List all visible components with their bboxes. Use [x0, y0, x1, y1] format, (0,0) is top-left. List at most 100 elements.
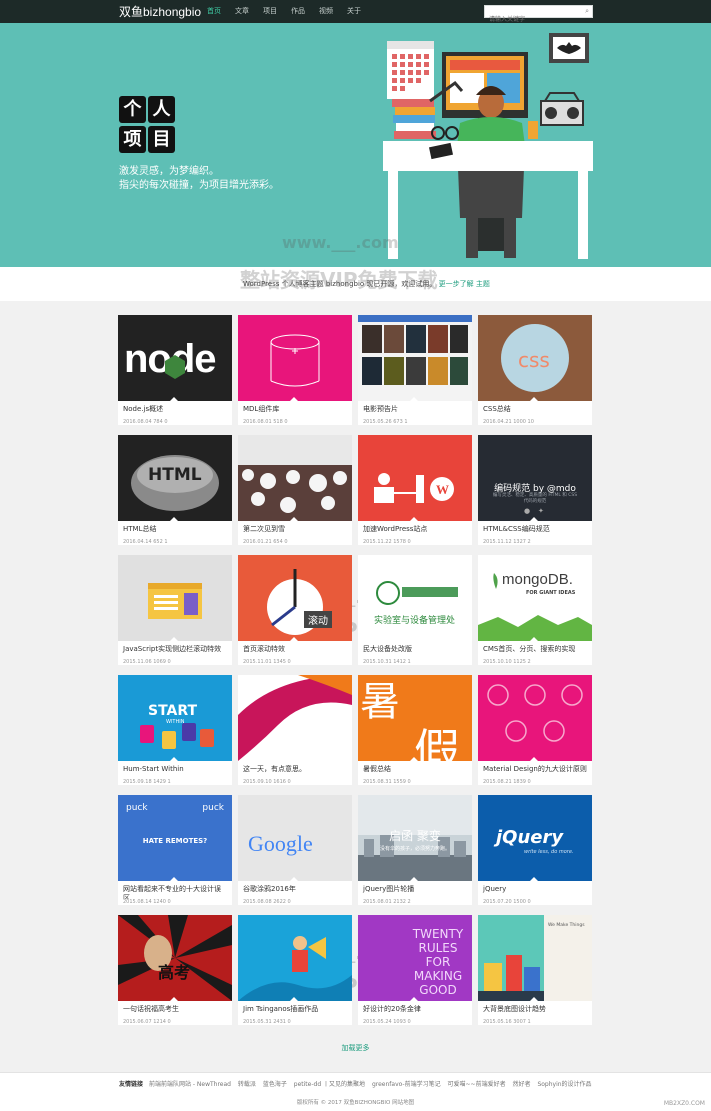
- post-card[interactable]: css CSS总结 2016.04.21 1000 10: [478, 315, 592, 425]
- post-thumbnail[interactable]: [478, 675, 592, 761]
- post-meta: 2015.08.21 1839 0: [483, 779, 531, 785]
- post-thumbnail[interactable]: mongoDB. FOR GIANT IDEAS: [478, 555, 592, 641]
- post-title[interactable]: 首页滚动特效: [238, 641, 352, 659]
- post-card[interactable]: JavaScript实现侧边栏滚动特效 2015.11.06 1069 0: [118, 555, 232, 665]
- post-card[interactable]: 高考 一句话祝福高考生 2015.06.07 1214 0: [118, 915, 232, 1025]
- post-title[interactable]: 大背景底图设计趋势: [478, 1001, 592, 1019]
- post-title[interactable]: HTML&CSS编码规范: [478, 521, 592, 539]
- post-thumbnail[interactable]: [238, 915, 352, 1001]
- nav-works[interactable]: 作品: [291, 0, 305, 23]
- post-title[interactable]: jQuery: [478, 881, 592, 899]
- post-thumbnail[interactable]: HTML: [118, 435, 232, 521]
- post-thumbnail[interactable]: W: [358, 435, 472, 521]
- post-thumbnail[interactable]: css: [478, 315, 592, 401]
- load-more-button[interactable]: 加载更多: [0, 1043, 711, 1053]
- nav-about[interactable]: 关于: [347, 0, 361, 23]
- post-card[interactable]: 编码规范 by @mdo 编写灵活、稳定、高质量的 HTML 和 CSS 代码的…: [478, 435, 592, 545]
- post-title[interactable]: Hum-Start Within: [118, 761, 232, 779]
- post-thumbnail[interactable]: START WITHIN: [118, 675, 232, 761]
- post-title[interactable]: 民大设备处改版: [358, 641, 472, 659]
- friend-link[interactable]: 蓝色海子: [263, 1081, 287, 1088]
- post-card[interactable]: 第二次见到雪 2016.01.21 654 0: [238, 435, 352, 545]
- post-title[interactable]: CSS总结: [478, 401, 592, 419]
- post-card[interactable]: We Make Things 大背景底图设计趋势 2015.05.16 3007…: [478, 915, 592, 1025]
- post-title[interactable]: Material Design的九大设计原则: [478, 761, 592, 779]
- post-title[interactable]: 谷歌涂鸦2016年: [238, 881, 352, 899]
- post-card[interactable]: TWENTY RULES FOR MAKING GOOD 好设计的20条金律 2…: [358, 915, 472, 1025]
- post-thumbnail[interactable]: [118, 555, 232, 641]
- post-card[interactable]: Material Design的九大设计原则 2015.08.21 1839 0: [478, 675, 592, 785]
- post-card[interactable]: puck puck HATE REMOTES? 网站看起来不专业的十大设计误区 …: [118, 795, 232, 905]
- post-title[interactable]: 暑假总结: [358, 761, 472, 779]
- post-thumbnail[interactable]: Google: [238, 795, 352, 881]
- post-card[interactable]: Jim Tsinganos插画作品 2015.05.31 2431 0: [238, 915, 352, 1025]
- post-title[interactable]: MDL组件库: [238, 401, 352, 419]
- friend-link[interactable]: 前端前端队网站 - NewThread: [149, 1081, 231, 1088]
- post-card[interactable]: 暑 假 暑假总结 2015.08.31 1559 0: [358, 675, 472, 785]
- post-card[interactable]: HTML HTML总结 2016.04.14 652 1: [118, 435, 232, 545]
- site-logo[interactable]: 双鱼bizhongbio: [119, 3, 201, 20]
- post-thumbnail[interactable]: jQuery write less, do more.: [478, 795, 592, 881]
- post-title[interactable]: HTML总结: [118, 521, 232, 539]
- post-title[interactable]: Jim Tsinganos插画作品: [238, 1001, 352, 1019]
- post-title[interactable]: 加速WordPress站点: [358, 521, 472, 539]
- browser-window-icon: [148, 583, 202, 619]
- jquery-tagline: write less, do more.: [524, 849, 574, 855]
- friend-link[interactable]: petite-dd 丨又见的集聚地: [294, 1081, 365, 1088]
- post-card[interactable]: 启函 聚变 没有伞的孩子，必须努力奔跑。 jQuery图片轮播 2015.08.…: [358, 795, 472, 905]
- post-title[interactable]: 一句话祝福高考生: [118, 1001, 232, 1019]
- post-thumbnail[interactable]: 高考: [118, 915, 232, 1001]
- scroll-badge: 滚动: [304, 611, 332, 628]
- post-title[interactable]: 网站看起来不专业的十大设计误区: [118, 881, 232, 899]
- post-card[interactable]: jQuery write less, do more. jQuery 2015.…: [478, 795, 592, 905]
- post-thumbnail[interactable]: 暑 假: [358, 675, 472, 761]
- post-card[interactable]: W 加速WordPress站点 2015.11.22 1578 0: [358, 435, 472, 545]
- post-card[interactable]: 电影预告片 2015.05.26 673 1: [358, 315, 472, 425]
- friend-link[interactable]: 然好者: [513, 1081, 531, 1088]
- post-thumbnail[interactable]: 启函 聚变 没有伞的孩子，必须努力奔跑。: [358, 795, 472, 881]
- post-thumbnail[interactable]: [238, 435, 352, 521]
- post-thumbnail[interactable]: 编码规范 by @mdo 编写灵活、稳定、高质量的 HTML 和 CSS 代码的…: [478, 435, 592, 521]
- mongo-tagline: FOR GIANT IDEAS: [526, 590, 576, 596]
- post-title[interactable]: 第二次见到雪: [238, 521, 352, 539]
- post-thumbnail[interactable]: [238, 675, 352, 761]
- post-card[interactable]: START WITHIN Hum-Start Within 2015.09.18…: [118, 675, 232, 785]
- friend-link[interactable]: Sophyin的设计作品: [537, 1081, 591, 1088]
- friend-link[interactable]: greenfavo-前端学习笔记: [372, 1081, 441, 1088]
- nav-home[interactable]: 首页: [207, 0, 221, 23]
- post-thumbnail[interactable]: 滚动: [238, 555, 352, 641]
- post-thumbnail[interactable]: 实验室与设备管理处: [358, 555, 472, 641]
- post-card[interactable]: 实验室与设备管理处 民大设备处改版 2015.10.31 1412 1: [358, 555, 472, 665]
- friend-link[interactable]: 可爱喵~~前端爱好者: [448, 1081, 506, 1088]
- post-title[interactable]: 电影预告片: [358, 401, 472, 419]
- post-title[interactable]: jQuery图片轮播: [358, 881, 472, 899]
- post-card[interactable]: 滚动 首页滚动特效 2015.11.01 1345 0: [238, 555, 352, 665]
- post-card[interactable]: Google 谷歌涂鸦2016年 2015.08.08 2622 0: [238, 795, 352, 905]
- post-title[interactable]: Node.js概述: [118, 401, 232, 419]
- post-title[interactable]: CMS首页、分页、搜索的实现: [478, 641, 592, 659]
- post-thumbnail[interactable]: TWENTY RULES FOR MAKING GOOD: [358, 915, 472, 1001]
- announcement-link[interactable]: 更一步了解 主题: [439, 280, 490, 288]
- mongodb-leaf-icon: [478, 573, 592, 641]
- post-thumbnail[interactable]: [238, 315, 352, 401]
- post-card[interactable]: mongoDB. FOR GIANT IDEAS CMS首页、分页、搜索的实现 …: [478, 555, 592, 665]
- friend-links: 友情链接 前端前端队网站 - NewThread 转载派 蓝色海子 petite…: [119, 1079, 597, 1088]
- post-card[interactable]: 这一天，有点意思。 2015.09.10 1616 0: [238, 675, 352, 785]
- nav-videos[interactable]: 视频: [319, 0, 333, 23]
- post-meta: 2015.07.20 1500 0: [483, 899, 531, 905]
- post-title[interactable]: 好设计的20条金律: [358, 1001, 472, 1019]
- nav-projects[interactable]: 项目: [263, 0, 277, 23]
- post-thumbnail[interactable]: puck puck HATE REMOTES?: [118, 795, 232, 881]
- slogan-subtext: 没有伞的孩子，必须努力奔跑。: [379, 846, 450, 852]
- friend-link[interactable]: 转载派: [238, 1081, 256, 1088]
- post-thumbnail[interactable]: [358, 315, 472, 401]
- search-icon[interactable]: ⌕: [585, 7, 589, 16]
- post-thumbnail[interactable]: node: [118, 315, 232, 401]
- post-title[interactable]: JavaScript实现侧边栏滚动特效: [118, 641, 232, 659]
- post-thumbnail[interactable]: We Make Things: [478, 915, 592, 1001]
- post-title[interactable]: 这一天，有点意思。: [238, 761, 352, 779]
- hexagon-icon: [165, 355, 185, 379]
- nav-articles[interactable]: 文章: [235, 0, 249, 23]
- post-card[interactable]: node Node.js概述 2016.08.04 784 0: [118, 315, 232, 425]
- post-card[interactable]: MDL组件库 2016.08.01 518 0: [238, 315, 352, 425]
